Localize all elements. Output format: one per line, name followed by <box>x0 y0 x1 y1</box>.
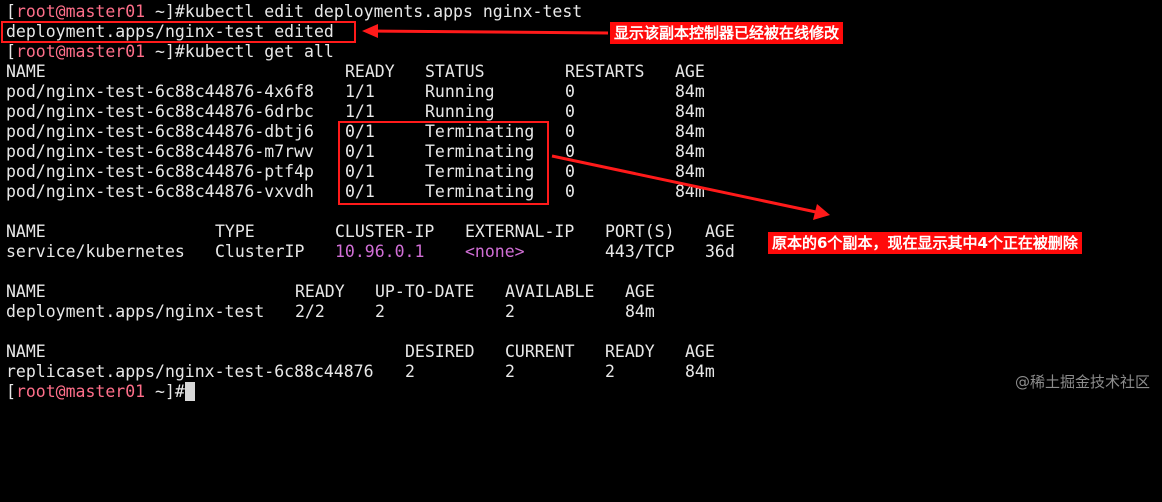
annotation-arrows <box>362 24 830 220</box>
arrow-terminating-line <box>551 154 817 214</box>
arrow-terminating-head <box>813 204 830 220</box>
arrow-edited-head <box>362 24 378 38</box>
arrow-edited-line <box>371 29 609 35</box>
terminating-annotation: 原本的6个副本，现在显示其中4个正在被删除 <box>768 232 1082 254</box>
watermark: @稀土掘金技术社区 <box>1014 373 1150 391</box>
edited-annotation: 显示该副本控制器已经被在线修改 <box>610 22 844 44</box>
